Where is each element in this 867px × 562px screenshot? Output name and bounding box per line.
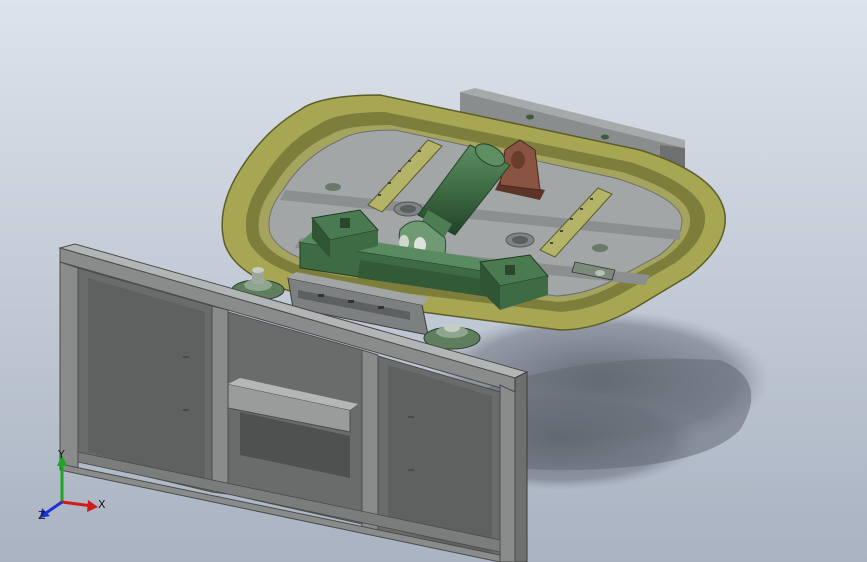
y-axis-label: Y: [57, 448, 65, 461]
cad-viewport[interactable]: Y X Z: [0, 0, 867, 562]
model-canvas[interactable]: Y X Z: [0, 0, 867, 562]
z-axis-label: Z: [38, 509, 46, 522]
x-axis-label: X: [98, 498, 106, 511]
